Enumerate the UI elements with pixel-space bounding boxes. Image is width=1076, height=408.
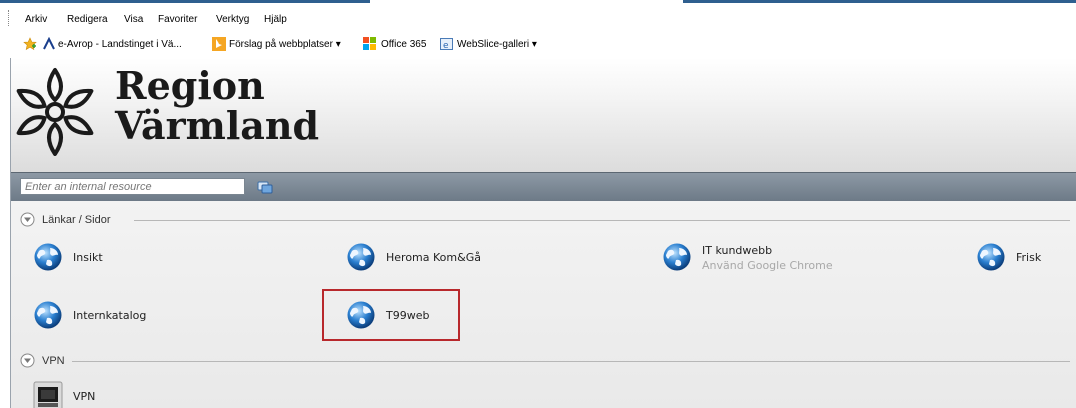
search-input[interactable] [20,178,245,195]
bing-icon [212,37,226,51]
favorite-label: Office 365 [381,39,427,50]
globe-icon [663,243,691,271]
search-bar [11,172,1076,202]
svg-text:e: e [443,41,449,51]
link-vpn[interactable]: VPN [33,381,153,408]
menu-visa[interactable]: Visa [124,14,143,25]
link-label: Internkatalog [73,309,147,322]
link-subtitle: Använd Google Chrome [702,259,833,272]
menu-arkiv[interactable]: Arkiv [25,14,47,25]
globe-icon [347,243,375,271]
favorites-star-icon[interactable] [23,37,37,51]
favorites-bar: e-Avrop - Landstinget i Vä... Förslag på… [0,30,1076,58]
office-icon [363,37,376,50]
web-page: Region Värmland Länkar / Sidor [10,58,1076,408]
menu-hjalp[interactable]: Hjälp [264,14,287,25]
section-lankar-sidor: Länkar / Sidor [20,211,1070,231]
globe-icon [34,301,62,329]
section-divider [134,220,1070,221]
menu-verktyg[interactable]: Verktyg [216,14,249,25]
search-button-icon[interactable] [257,180,273,194]
section-title: VPN [42,355,65,367]
webslice-icon: e [440,38,453,51]
link-label: IT kundwebb [702,244,773,257]
page-header: Region Värmland [11,58,1076,172]
menu-bar: Arkiv Redigera Visa Favoriter Verktyg Hj… [0,4,1076,30]
highlight-box [322,289,460,341]
link-heroma-kom-ga[interactable]: Heroma Kom&Gå [346,242,546,274]
toolbar-grip [8,10,11,26]
region-varmland-logo-icon[interactable] [13,66,97,156]
link-it-kundwebb[interactable]: IT kundwebb Använd Google Chrome [662,242,882,274]
favorite-label: Förslag på webbplatser ▾ [229,39,341,50]
content-area: Länkar / Sidor Insikt Heroma Kom&Gå IT k… [11,201,1076,408]
section-title: Länkar / Sidor [42,214,111,226]
menu-redigera[interactable]: Redigera [67,14,108,25]
collapse-chevron-icon[interactable] [20,212,35,227]
avrop-icon [43,37,55,50]
globe-icon [34,243,62,271]
globe-icon [977,243,1005,271]
link-insikt[interactable]: Insikt [33,242,233,274]
logo-text: Region Värmland [115,66,319,146]
favorite-label: WebSlice-galleri ▾ [457,39,537,50]
logo-line-1: Region [115,63,265,108]
favorite-label: e-Avrop - Landstinget i Vä... [58,39,182,50]
link-label: VPN [73,390,96,403]
section-divider [72,361,1070,362]
link-label: Heroma Kom&Gå [386,251,481,264]
vpn-icon [33,381,63,408]
logo-line-2: Värmland [115,103,320,148]
collapse-chevron-icon[interactable] [20,353,35,368]
menu-favoriter[interactable]: Favoriter [158,14,197,25]
link-frisk[interactable]: Frisk [976,242,1076,274]
section-vpn: VPN [20,352,1070,372]
link-internkatalog[interactable]: Internkatalog [33,300,233,332]
link-label: Insikt [73,251,103,264]
link-label: Frisk [1016,251,1042,264]
